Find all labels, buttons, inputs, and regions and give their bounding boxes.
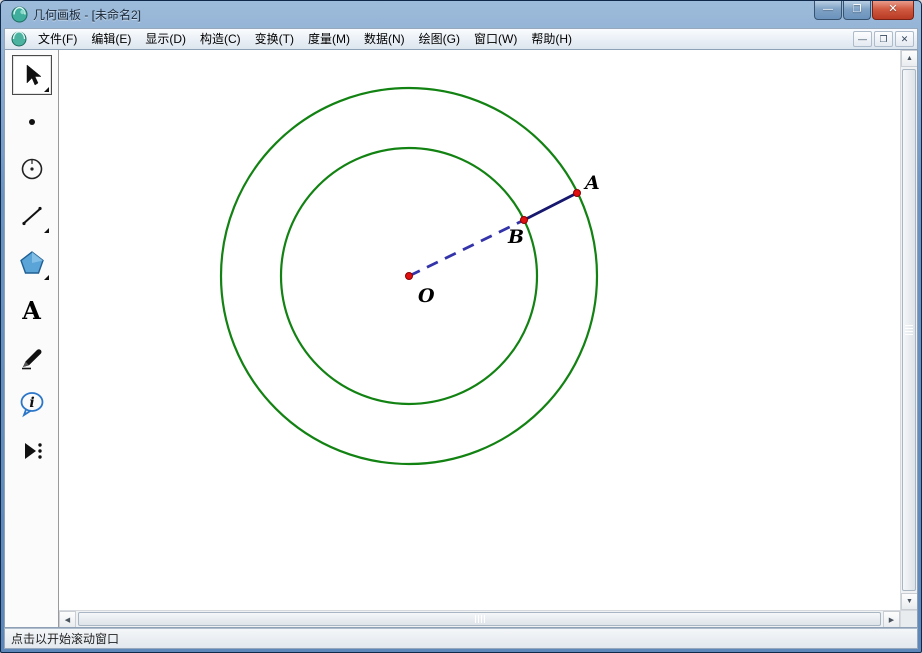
scroll-grip-icon <box>475 615 485 623</box>
menu-construct[interactable]: 构造(C) <box>193 28 248 50</box>
child-restore-button[interactable]: ❐ <box>874 31 893 47</box>
horizontal-scroll-thumb[interactable] <box>78 612 881 626</box>
canvas-column: O B A ▲ ▼ ◀ <box>59 50 917 627</box>
menu-transform[interactable]: 变换(T) <box>248 28 301 50</box>
window-controls: — ❐ ✕ <box>814 1 914 28</box>
info-bubble-icon: i <box>18 390 46 418</box>
polygon-icon <box>18 249 46 277</box>
custom-tool-icon <box>19 438 45 464</box>
label-O[interactable]: O <box>418 285 435 307</box>
line-icon <box>19 203 45 229</box>
child-close-button[interactable]: ✕ <box>895 31 914 47</box>
menu-data[interactable]: 数据(N) <box>357 28 412 50</box>
straightedge-tool[interactable] <box>12 196 52 236</box>
flyout-triangle-icon <box>44 87 49 92</box>
geometry-drawing: O B A <box>59 50 900 609</box>
window-title: 几何画板 - [未命名2] <box>33 6 814 23</box>
vertical-scroll-thumb[interactable] <box>902 69 916 591</box>
main-area: A i <box>4 50 918 628</box>
app-icon <box>11 6 28 23</box>
text-tool-glyph: A <box>22 296 41 325</box>
flyout-triangle-icon <box>44 228 49 233</box>
marker-tool[interactable] <box>12 337 52 377</box>
scroll-up-button[interactable]: ▲ <box>901 50 918 67</box>
segment-BA[interactable] <box>524 193 577 220</box>
vertical-scroll-track[interactable] <box>901 67 917 593</box>
point-icon <box>20 110 44 134</box>
arrow-cursor-icon <box>20 63 44 87</box>
title-bar: 几何画板 - [未命名2] — ❐ ✕ <box>4 1 918 28</box>
point-B[interactable] <box>521 217 528 224</box>
child-minimize-button[interactable]: — <box>853 31 872 47</box>
status-bar: 点击以开始滚动窗口 <box>4 628 918 649</box>
horizontal-scroll-track[interactable] <box>76 611 883 627</box>
point-O[interactable] <box>406 273 413 280</box>
menu-window[interactable]: 窗口(W) <box>467 28 524 50</box>
menu-edit[interactable]: 编辑(E) <box>84 28 138 50</box>
custom-tool[interactable] <box>12 431 52 471</box>
scroll-left-button[interactable]: ◀ <box>59 611 76 628</box>
label-A[interactable]: A <box>583 172 600 194</box>
menu-file[interactable]: 文件(F) <box>31 28 84 50</box>
information-tool[interactable]: i <box>12 384 52 424</box>
document-icon[interactable] <box>11 31 27 47</box>
tool-palette: A i <box>5 50 59 627</box>
restore-button[interactable]: ❐ <box>843 1 871 20</box>
segment-OB[interactable] <box>409 220 524 276</box>
text-tool[interactable]: A <box>12 290 52 330</box>
point-A[interactable] <box>574 190 581 197</box>
menu-bar: 文件(F) 编辑(E) 显示(D) 构造(C) 变换(T) 度量(M) 数据(N… <box>4 28 918 50</box>
polygon-tool[interactable] <box>12 243 52 283</box>
menu-help[interactable]: 帮助(H) <box>524 28 579 50</box>
compass-icon <box>19 156 45 182</box>
sketch-canvas[interactable]: O B A <box>59 50 900 610</box>
menu-graph[interactable]: 绘图(G) <box>412 28 467 50</box>
status-text: 点击以开始滚动窗口 <box>11 630 119 647</box>
scroll-right-button[interactable]: ▶ <box>883 611 900 628</box>
menu-display[interactable]: 显示(D) <box>138 28 193 50</box>
vertical-scrollbar[interactable]: ▲ ▼ <box>900 50 917 610</box>
marker-pen-icon <box>19 344 45 370</box>
label-B[interactable]: B <box>507 226 524 248</box>
scroll-grip-icon <box>905 325 913 335</box>
scroll-down-button[interactable]: ▼ <box>901 593 918 610</box>
flyout-triangle-icon <box>44 275 49 280</box>
menu-measure[interactable]: 度量(M) <box>301 28 357 50</box>
compass-circle-tool[interactable] <box>12 149 52 189</box>
svg-text:i: i <box>29 395 34 411</box>
horizontal-scrollbar[interactable]: ◀ ▶ <box>59 611 900 627</box>
app-window: 几何画板 - [未命名2] — ❐ ✕ 文件(F) 编辑(E) 显示(D) 构造… <box>0 0 922 653</box>
close-button[interactable]: ✕ <box>872 1 914 20</box>
scrollbar-corner <box>900 611 917 628</box>
point-tool[interactable] <box>12 102 52 142</box>
selection-arrow-tool[interactable] <box>12 55 52 95</box>
minimize-button[interactable]: — <box>814 1 842 20</box>
